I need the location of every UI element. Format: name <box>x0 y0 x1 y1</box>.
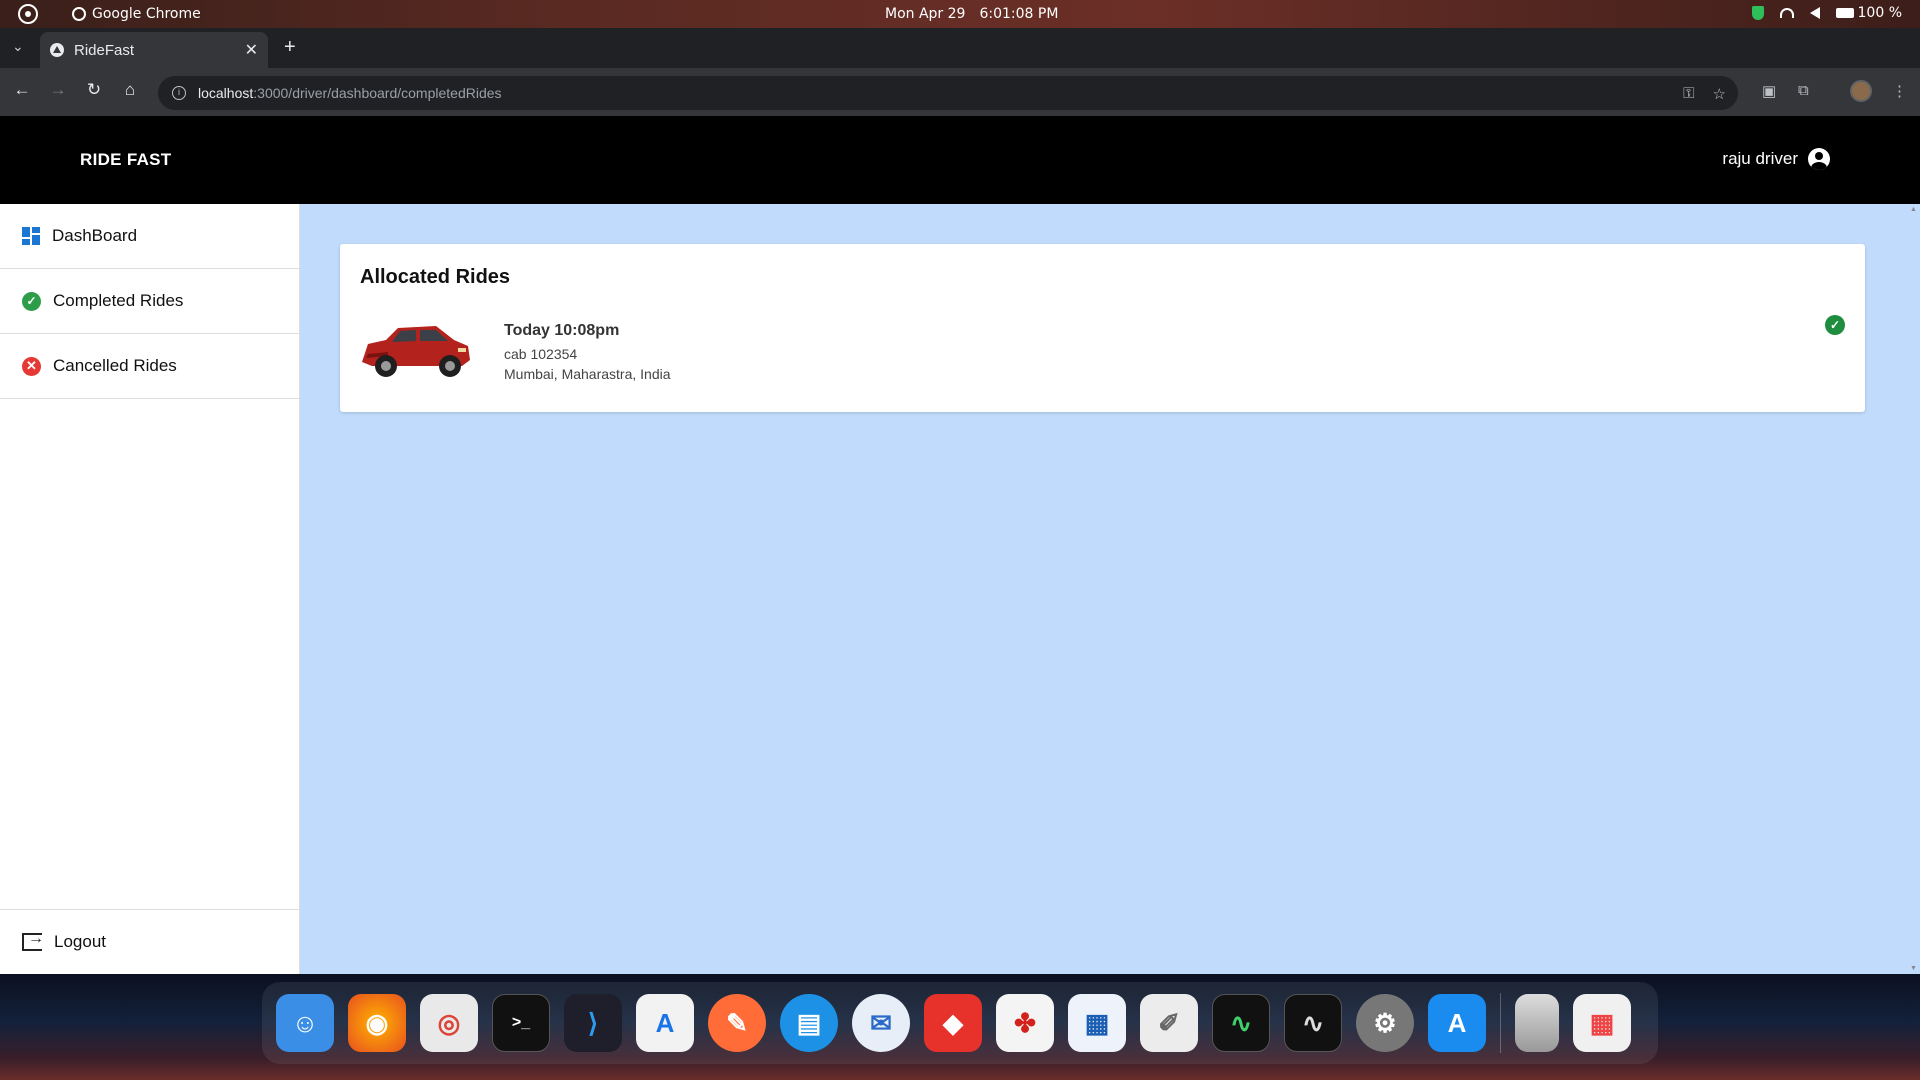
site-info-icon[interactable]: i <box>172 86 186 100</box>
logout-icon <box>22 930 44 951</box>
extensions-icon[interactable]: ⧉ <box>1798 82 1809 99</box>
media-icon[interactable]: ▣ <box>1762 82 1776 100</box>
ride-location: Mumbai, Maharastra, India <box>504 366 671 382</box>
anydesk-icon[interactable]: ◆ <box>924 994 982 1052</box>
vscode-icon[interactable]: ⟩ <box>564 994 622 1052</box>
forward-icon[interactable]: → <box>46 80 70 100</box>
back-icon[interactable]: ← <box>10 80 34 100</box>
chrome-icon[interactable]: ◎ <box>420 994 478 1052</box>
os-menu-bar: Google Chrome Mon Apr 29 6:01:08 PM 100 … <box>0 0 1920 28</box>
browser-toolbar: ← → ↻ ⌂ i localhost:3000/driver/dashboar… <box>0 68 1920 116</box>
settings-icon[interactable]: ⚙ <box>1356 994 1414 1052</box>
battery-indicator[interactable]: 100 % <box>1835 5 1902 21</box>
activity-monitor-icon[interactable]: ∿ <box>1212 994 1270 1052</box>
finder-icon[interactable]: ☺ <box>276 994 334 1052</box>
account-circle-icon <box>1808 148 1830 170</box>
tab-search-icon[interactable]: ⌄ <box>12 38 24 55</box>
launchpad-icon[interactable]: ▦ <box>1573 994 1631 1052</box>
verified-check-icon: ✓ <box>1825 315 1845 335</box>
shield-icon[interactable] <box>1751 6 1764 20</box>
thunderbird-icon[interactable]: ✉ <box>852 994 910 1052</box>
profile-avatar[interactable] <box>1850 80 1872 102</box>
volume-icon[interactable] <box>1809 7 1820 19</box>
user-menu[interactable]: raju driver <box>1722 148 1830 170</box>
favicon-icon <box>50 43 64 57</box>
ride-info: Today 10:08pm cab 102354 Mumbai, Maharas… <box>504 322 671 384</box>
acrobat-icon[interactable]: ✤ <box>996 994 1054 1052</box>
page-scrollbar[interactable] <box>1908 204 1920 974</box>
active-app[interactable]: Google Chrome <box>72 6 201 22</box>
notes-icon[interactable]: ✐ <box>1140 994 1198 1052</box>
sidebar-item-label: Cancelled Rides <box>53 356 177 375</box>
app-updates-icon[interactable]: A <box>1428 994 1486 1052</box>
postman-icon[interactable]: ✎ <box>708 994 766 1052</box>
ridefast-app: RIDE FAST raju driver DashBoard ✓ Comple… <box>0 116 1920 974</box>
clock-date: Mon Apr 29 <box>885 6 966 22</box>
check-circle-icon: ✓ <box>22 291 41 311</box>
browser-tabstrip: ⌄ RideFast ✕ + <box>0 28 1920 68</box>
bookmark-star-icon[interactable]: ☆ <box>1713 85 1726 103</box>
app-store-dev-icon[interactable]: A <box>636 994 694 1052</box>
clock[interactable]: Mon Apr 29 6:01:08 PM <box>885 6 1058 22</box>
logout-button[interactable]: Logout <box>0 909 300 974</box>
url-host: localhost <box>198 85 254 101</box>
desktop-background: ☺ ◉ ◎ >_ ⟩ A ✎ ▤ ✉ ◆ ✤ ▦ ✐ ∿ ∿ ⚙ A ▦ <box>0 974 1920 1080</box>
system-tray: 100 % <box>1751 5 1902 21</box>
sidebar-item-completed-rides[interactable]: ✓ Completed Rides <box>0 269 299 334</box>
docker-icon[interactable]: ▤ <box>780 994 838 1052</box>
sidebar-item-label: DashBoard <box>52 226 138 245</box>
chrome-icon <box>72 7 86 21</box>
trash-icon[interactable] <box>1515 994 1559 1052</box>
app-header: RIDE FAST raju driver <box>0 116 1920 204</box>
home-icon[interactable]: ⌂ <box>118 80 142 100</box>
url-path: :3000/driver/dashboard/completedRides <box>253 85 502 101</box>
tab-title: RideFast <box>74 41 135 59</box>
dock: ☺ ◉ ◎ >_ ⟩ A ✎ ▤ ✉ ◆ ✤ ▦ ✐ ∿ ∿ ⚙ A ▦ <box>262 982 1658 1064</box>
firefox-icon[interactable]: ◉ <box>348 994 406 1052</box>
reload-icon[interactable]: ↻ <box>82 80 106 100</box>
clock-time: 6:01:08 PM <box>979 6 1059 22</box>
terminal-icon[interactable]: >_ <box>492 994 550 1052</box>
browser-menu-icon[interactable]: ⋮ <box>1892 82 1907 100</box>
close-tab-icon[interactable]: ✕ <box>245 40 258 60</box>
os-logo-icon[interactable] <box>18 4 38 24</box>
tab-ridefast[interactable]: RideFast ✕ <box>40 32 268 68</box>
card-title: Allocated Rides <box>360 266 511 288</box>
password-key-icon[interactable]: ⚿ <box>1683 85 1694 103</box>
dock-separator <box>1500 993 1501 1053</box>
system-monitor-icon[interactable]: ∿ <box>1284 994 1342 1052</box>
brand-logo[interactable]: RIDE FAST <box>80 150 172 170</box>
sidebar-item-cancelled-rides[interactable]: ✕ Cancelled Rides <box>0 334 299 399</box>
sidebar-item-dashboard[interactable]: DashBoard <box>0 204 299 269</box>
car-image <box>362 326 470 377</box>
text-editor-icon[interactable]: ▦ <box>1068 994 1126 1052</box>
new-tab-icon[interactable]: + <box>284 36 296 59</box>
battery-icon <box>1835 8 1854 18</box>
sidebar-item-label: Completed Rides <box>53 291 184 310</box>
user-name: raju driver <box>1722 149 1798 168</box>
ride-time: Today 10:08pm <box>504 322 620 339</box>
sidebar: DashBoard ✓ Completed Rides ✕ Cancelled … <box>0 204 300 974</box>
battery-label: 100 % <box>1857 5 1902 21</box>
allocated-rides-card: Allocated Rides Today 10:08pm cab 102354… <box>340 244 1865 412</box>
logout-label: Logout <box>54 932 106 951</box>
address-bar[interactable]: i localhost:3000/driver/dashboard/comple… <box>158 76 1738 110</box>
dashboard-icon <box>22 227 40 245</box>
wifi-icon[interactable] <box>1779 8 1794 18</box>
active-app-label: Google Chrome <box>92 6 201 22</box>
cancel-circle-icon: ✕ <box>22 356 41 376</box>
ride-cab-number: cab 102354 <box>504 346 578 362</box>
